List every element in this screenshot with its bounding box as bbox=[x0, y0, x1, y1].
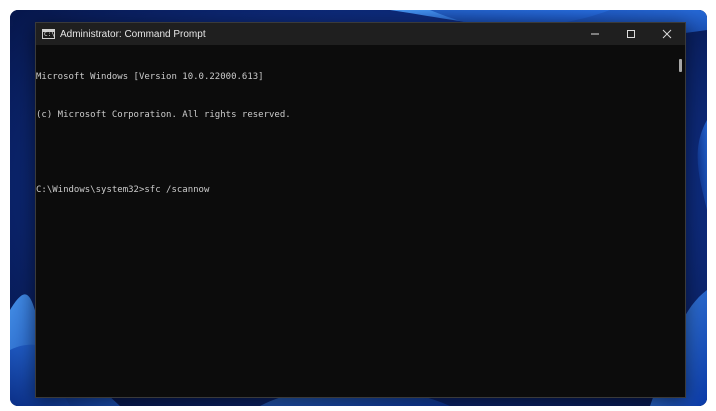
window-controls bbox=[577, 23, 685, 45]
close-button[interactable] bbox=[649, 23, 685, 45]
close-icon bbox=[662, 29, 672, 39]
window-title: Administrator: Command Prompt bbox=[60, 28, 206, 40]
vertical-scrollbar[interactable] bbox=[675, 45, 685, 397]
command-line[interactable]: C:\Windows\system32>sfc /scannow bbox=[36, 184, 675, 197]
command-prompt-icon: C:\ bbox=[42, 29, 55, 39]
maximize-icon bbox=[627, 30, 635, 38]
scrollbar-thumb[interactable] bbox=[679, 59, 682, 72]
maximize-button[interactable] bbox=[613, 23, 649, 45]
console-line: Microsoft Windows [Version 10.0.22000.61… bbox=[36, 72, 264, 82]
desktop: C:\ Administrator: Command Prompt Micros… bbox=[10, 10, 707, 406]
console-line: (c) Microsoft Corporation. All rights re… bbox=[36, 109, 291, 120]
minimize-button[interactable] bbox=[577, 23, 613, 45]
command-prompt-window[interactable]: C:\ Administrator: Command Prompt Micros… bbox=[35, 22, 686, 398]
minimize-icon bbox=[591, 33, 599, 35]
title-bar[interactable]: C:\ Administrator: Command Prompt bbox=[36, 23, 685, 45]
console-output[interactable]: Microsoft Windows [Version 10.0.22000.61… bbox=[36, 45, 675, 397]
